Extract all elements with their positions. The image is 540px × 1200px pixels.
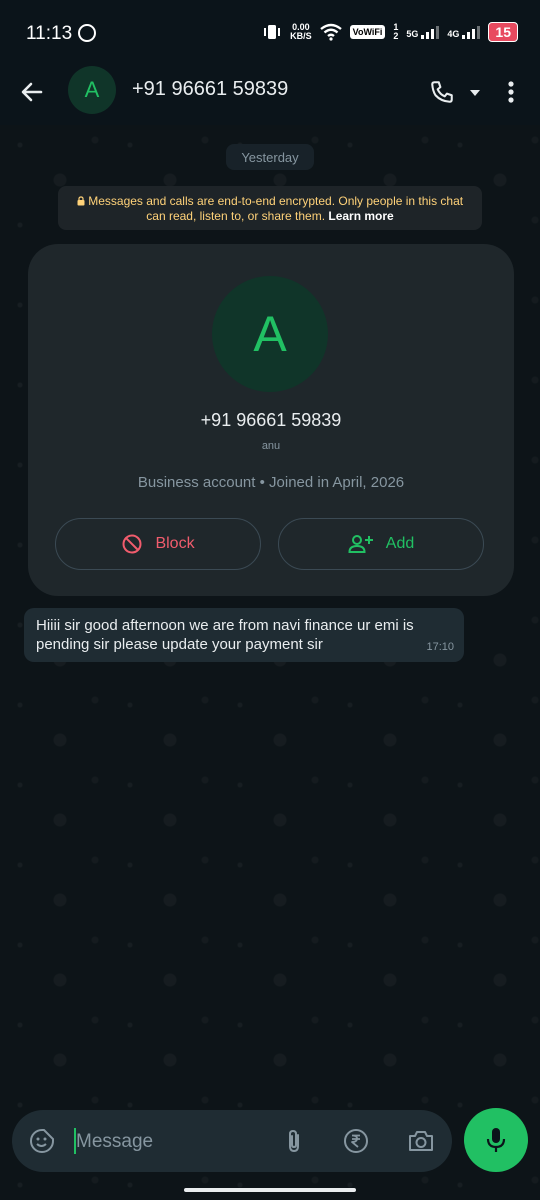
payment-button[interactable] bbox=[342, 1127, 370, 1155]
chat-header: A +91 96661 59839 bbox=[0, 60, 540, 125]
message-time: 17:10 bbox=[426, 641, 454, 653]
wifi-icon bbox=[319, 23, 342, 41]
more-vert-icon bbox=[508, 81, 514, 103]
block-button[interactable]: Block bbox=[55, 518, 261, 570]
contact-info-card: A +91 96661 59839 anu Business account •… bbox=[28, 244, 514, 596]
card-avatar: A bbox=[212, 276, 328, 392]
learn-more-link[interactable]: Learn more bbox=[328, 209, 393, 223]
block-icon bbox=[122, 534, 142, 554]
caret-down-icon bbox=[470, 90, 480, 96]
voice-call-button[interactable] bbox=[426, 76, 458, 108]
add-person-icon bbox=[348, 535, 373, 553]
vibrate-icon bbox=[264, 25, 281, 39]
status-icons: 0.00 KB/S VoWiFi 1 2 5G 4G 15 bbox=[262, 22, 518, 42]
network-speed: 0.00 KB/S bbox=[290, 22, 312, 41]
lock-icon bbox=[77, 196, 85, 206]
vowifi-badge: VoWiFi bbox=[349, 25, 386, 39]
camera-button[interactable] bbox=[406, 1127, 436, 1155]
more-options-button[interactable] bbox=[498, 76, 524, 108]
card-contact-name: anu bbox=[261, 440, 281, 452]
message-text: Hiiii sir good afternoon we are from nav… bbox=[36, 617, 414, 653]
signal-icon: 5G bbox=[406, 25, 440, 39]
sim-indicator: 1 2 bbox=[393, 22, 399, 41]
message-input[interactable] bbox=[76, 1129, 266, 1155]
sticker-icon bbox=[30, 1129, 54, 1153]
sticker-button[interactable] bbox=[28, 1127, 56, 1155]
attach-button[interactable] bbox=[280, 1127, 308, 1155]
phone-icon bbox=[431, 81, 453, 103]
mic-icon bbox=[486, 1128, 506, 1152]
add-contact-button[interactable]: Add bbox=[278, 518, 484, 570]
message-bubble[interactable]: Hiiii sir good afternoon we are from nav… bbox=[24, 608, 464, 662]
block-label: Block bbox=[155, 535, 195, 552]
attach-icon bbox=[289, 1129, 299, 1153]
date-chip: Yesterday bbox=[226, 144, 314, 170]
encryption-notice[interactable]: Messages and calls are end-to-end encryp… bbox=[58, 186, 482, 230]
message-composer bbox=[12, 1110, 452, 1172]
battery-icon: 15 bbox=[488, 22, 518, 42]
camera-icon bbox=[409, 1131, 433, 1151]
status-time: 11:13 bbox=[26, 23, 73, 44]
back-button[interactable] bbox=[16, 76, 48, 108]
card-business-info: Business account • Joined in April, 2026 bbox=[137, 474, 405, 491]
voice-message-button[interactable] bbox=[464, 1108, 528, 1172]
encryption-text: Messages and calls are end-to-end encryp… bbox=[88, 194, 464, 223]
signal-icon-2: 4G bbox=[447, 25, 481, 39]
contact-title[interactable]: +91 96661 59839 bbox=[132, 78, 288, 101]
whatsapp-icon bbox=[78, 24, 96, 42]
home-indicator[interactable] bbox=[184, 1188, 356, 1192]
status-bar: 11:13 0.00 KB/S VoWiFi 1 2 5G 4G 15 bbox=[0, 0, 540, 60]
avatar[interactable]: A bbox=[68, 66, 116, 114]
call-options-button[interactable] bbox=[466, 84, 484, 102]
add-label: Add bbox=[385, 535, 415, 552]
back-arrow-icon bbox=[21, 82, 43, 102]
rupee-icon bbox=[344, 1129, 368, 1153]
card-phone-number: +91 96661 59839 bbox=[200, 410, 342, 430]
